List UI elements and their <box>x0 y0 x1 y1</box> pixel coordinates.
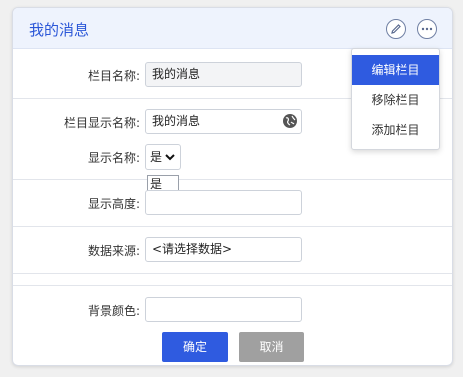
display-name-value: 我的消息 <box>152 114 201 128</box>
pencil-glyph <box>391 24 401 34</box>
menu-item-remove-column[interactable]: 移除栏目 <box>352 85 439 115</box>
pencil-icon[interactable] <box>386 19 406 39</box>
menu-item-edit-column[interactable]: 编辑栏目 <box>352 55 439 85</box>
cancel-button[interactable]: 取消 <box>239 332 304 362</box>
display-name-field[interactable]: 我的消息 <box>145 109 302 134</box>
display-name-label: 栏目显示名称: <box>63 116 140 130</box>
panel-title: 我的消息 <box>29 21 90 39</box>
ellipsis-icon[interactable] <box>417 19 437 39</box>
panel-header: 我的消息 <box>13 8 452 49</box>
chevron-down-icon <box>165 154 175 161</box>
height-label: 显示高度: <box>87 197 140 211</box>
bg-color-label: 背景颜色: <box>87 304 140 318</box>
bg-color-field[interactable] <box>145 297 302 322</box>
globe-icon[interactable] <box>282 113 298 129</box>
show-name-label: 显示名称: <box>87 151 140 165</box>
ok-button[interactable]: 确定 <box>162 332 228 362</box>
show-name-value: 是 <box>150 150 163 164</box>
divider <box>13 285 452 286</box>
menu-item-add-column[interactable]: 添加栏目 <box>352 115 439 145</box>
divider <box>13 226 452 227</box>
column-action-menu: 编辑栏目 移除栏目 添加栏目 <box>351 48 440 150</box>
height-field[interactable] <box>145 190 302 215</box>
divider <box>13 273 452 274</box>
divider <box>13 179 452 180</box>
show-name-select[interactable]: 是 <box>145 144 181 170</box>
data-source-field[interactable]: <请选择数据> <box>145 237 302 262</box>
ellipsis-glyph <box>421 27 433 31</box>
column-name-label: 栏目名称: <box>87 69 140 83</box>
data-source-label: 数据来源: <box>87 244 140 258</box>
column-name-field[interactable]: 我的消息 <box>145 62 302 87</box>
